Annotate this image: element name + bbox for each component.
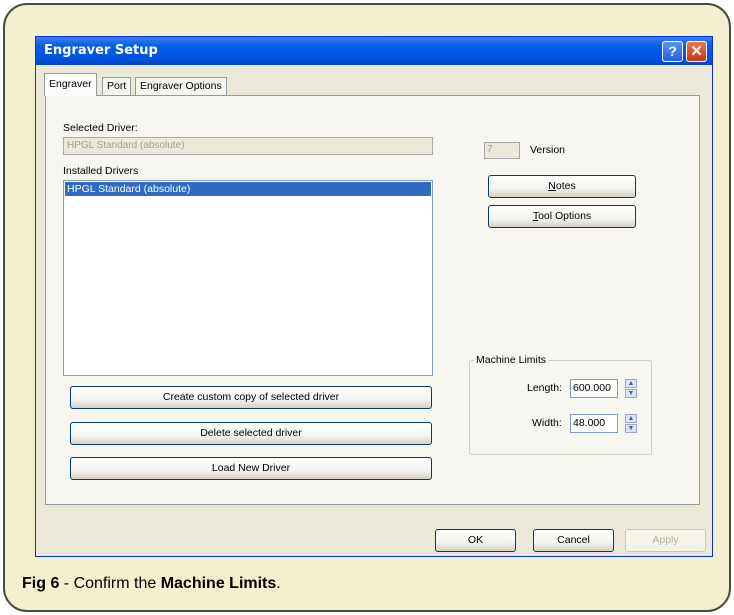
list-item[interactable]: HPGL Standard (absolute) [65, 182, 431, 196]
caption-suffix: . [276, 575, 281, 592]
caption-emphasis: Machine Limits [160, 575, 277, 592]
help-button[interactable]: ? [662, 41, 683, 62]
ok-button[interactable]: OK [435, 529, 516, 552]
dialog-title: Engraver Setup [44, 43, 158, 58]
version-field: 7 [484, 142, 520, 159]
close-icon: ✕ [690, 43, 703, 60]
spin-down-icon[interactable]: ▼ [625, 424, 637, 433]
tab-port[interactable]: Port [102, 77, 132, 95]
create-custom-copy-button[interactable]: Create custom copy of selected driver [70, 386, 432, 409]
cancel-button[interactable]: Cancel [533, 529, 614, 552]
title-bar: Engraver Setup ? ✕ [36, 37, 712, 65]
version-label: Version [530, 144, 566, 156]
tab-engraver-options[interactable]: Engraver Options [135, 77, 227, 95]
spin-up-icon[interactable]: ▲ [625, 379, 637, 388]
notes-button[interactable]: Notes [488, 175, 636, 198]
figure-caption: Fig 6 - Confirm the Machine Limits. [22, 575, 281, 593]
delete-driver-button[interactable]: Delete selected driver [70, 422, 432, 445]
caption-text: - Confirm the [59, 575, 161, 592]
figure-frame: Engraver Setup ? ✕ Engraver Port Engrave… [3, 3, 731, 612]
spin-up-icon[interactable]: ▲ [625, 414, 637, 423]
tab-engraver[interactable]: Engraver [44, 73, 97, 96]
length-input[interactable]: 600.000 [570, 379, 618, 398]
length-spinner[interactable]: ▲ ▼ [625, 379, 637, 398]
caption-figure-number: Fig 6 [22, 575, 60, 592]
load-new-driver-button[interactable]: Load New Driver [70, 457, 432, 480]
width-label: Width: [532, 417, 562, 429]
apply-button[interactable]: Apply [625, 529, 706, 552]
installed-drivers-list[interactable]: HPGL Standard (absolute) [63, 180, 433, 376]
machine-limits-title: Machine Limits [474, 354, 549, 366]
close-button[interactable]: ✕ [686, 41, 707, 62]
selected-driver-label: Selected Driver: [63, 122, 138, 134]
engraver-setup-dialog: Engraver Setup ? ✕ Engraver Port Engrave… [35, 36, 713, 557]
question-mark-icon: ? [668, 43, 677, 59]
installed-drivers-label: Installed Drivers [63, 165, 139, 177]
tool-options-button[interactable]: Tool Options [488, 205, 636, 228]
width-input[interactable]: 48.000 [570, 414, 618, 433]
selected-driver-field: HPGL Standard (absolute) [63, 137, 433, 155]
width-spinner[interactable]: ▲ ▼ [625, 414, 637, 433]
machine-limits-group: Machine Limits Length: 600.000 ▲ ▼ Width… [469, 354, 652, 455]
length-label: Length: [527, 382, 563, 394]
spin-down-icon[interactable]: ▼ [625, 389, 637, 398]
